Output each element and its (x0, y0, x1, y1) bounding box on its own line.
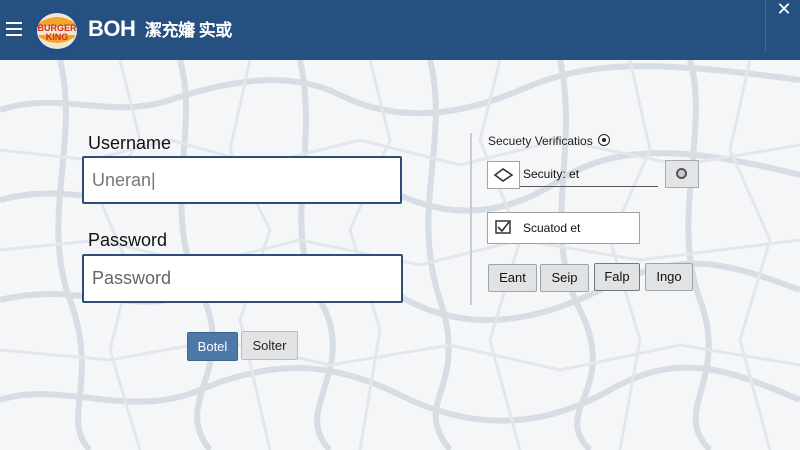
checkbox-icon (495, 220, 511, 234)
security-button-2[interactable]: Seip (540, 264, 589, 292)
svg-text:KING: KING (46, 32, 69, 42)
info-icon (598, 134, 611, 146)
security-button-4[interactable]: Ingo (645, 263, 693, 291)
security-panel-border (470, 133, 472, 305)
app-header: BURGER KING BOH 潔充嬸 实或 ✕ (0, 0, 800, 60)
menu-icon[interactable] (6, 22, 22, 36)
password-input[interactable] (82, 254, 403, 303)
app-subtitle: 潔充嬸 实或 (145, 21, 232, 40)
app-title-text: BOH (88, 16, 136, 41)
burger-king-logo: BURGER KING (34, 10, 80, 52)
app-title: BOH 潔充嬸 实或 (88, 16, 232, 42)
secondary-button[interactable]: Solter (241, 331, 298, 360)
security-button-3[interactable]: Falp (594, 263, 640, 291)
security-row1-text: Secuity: et (523, 167, 580, 181)
radio-circle-icon (676, 168, 687, 179)
security-row1-underline (520, 186, 658, 187)
submit-button[interactable]: Botel (187, 332, 238, 361)
username-label: Username (88, 133, 172, 153)
security-row2-text: Scuatod et (523, 221, 581, 235)
security-button-1[interactable]: Eant (488, 264, 537, 292)
password-label: Password (88, 230, 168, 250)
background-pattern (0, 59, 800, 450)
security-title-text: Secuety Verificatios (488, 134, 593, 148)
security-panel-title: Secuety Verificatios (488, 134, 611, 148)
close-icon[interactable]: ✕ (768, 0, 800, 20)
header-divider (765, 0, 766, 52)
shield-icon (493, 168, 514, 182)
username-input[interactable] (82, 156, 402, 204)
security-row1-icon-box[interactable] (487, 161, 520, 189)
security-row1-radio[interactable] (665, 160, 699, 188)
